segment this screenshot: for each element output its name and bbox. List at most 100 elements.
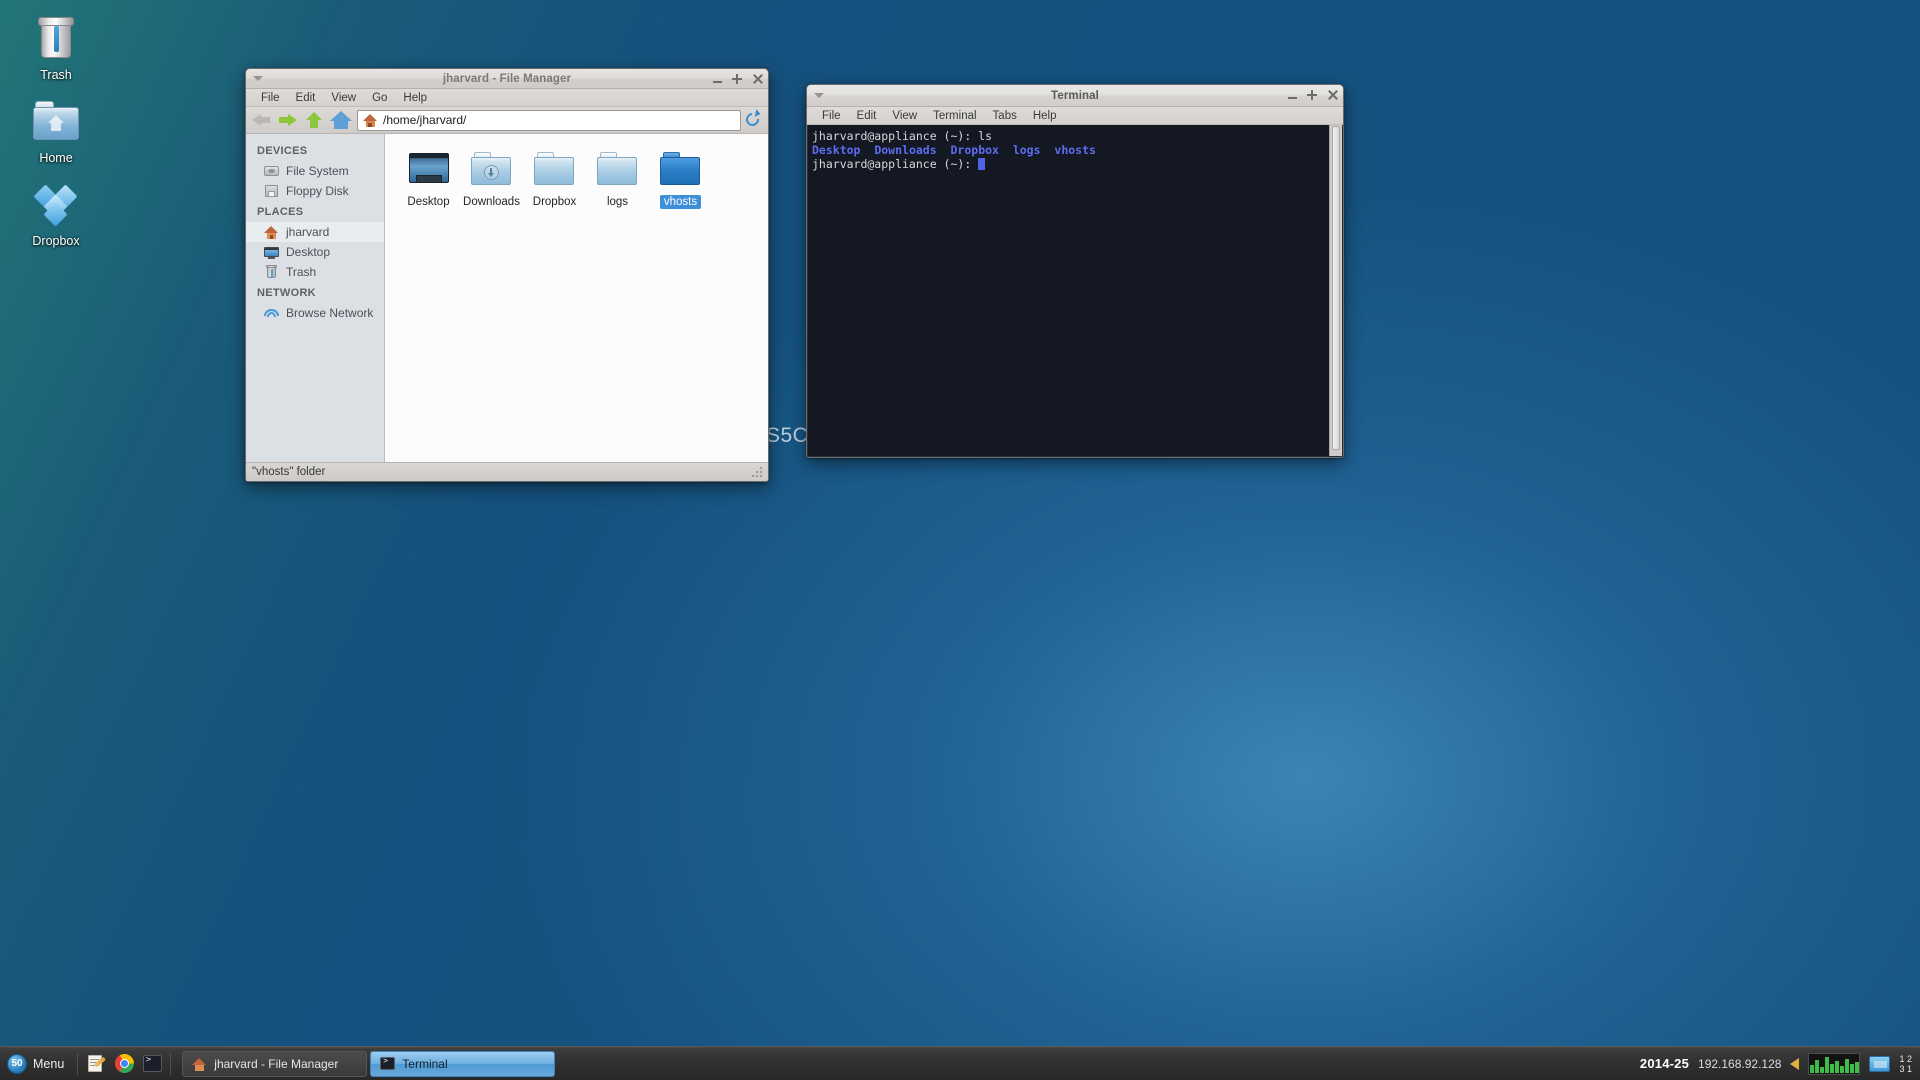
terminal-command: ls — [978, 129, 993, 143]
close-icon[interactable] — [752, 74, 763, 85]
folder-download-icon — [470, 151, 514, 189]
file-item-label: Desktop — [407, 196, 450, 208]
sidebar-heading-network: NETWORK — [257, 287, 316, 299]
sidebar-item-browse-network[interactable]: Browse Network — [246, 303, 384, 323]
terminal-dir: Desktop — [812, 143, 861, 157]
home-icon[interactable] — [329, 110, 353, 130]
net-up: 1 — [1899, 1053, 1905, 1064]
file-item-logs[interactable]: logs — [586, 148, 649, 213]
file-manager-sidebar: DEVICES File System Floppy Disk PLACES j… — [246, 134, 385, 462]
terminal-titlebar[interactable]: Terminal — [807, 85, 1343, 107]
maximize-icon[interactable] — [732, 74, 743, 85]
file-manager-body: DEVICES File System Floppy Disk PLACES j… — [246, 134, 768, 462]
menu-file[interactable]: File — [814, 109, 849, 123]
terminal-prompt: jharvard@appliance (~): — [812, 129, 979, 143]
sidebar-item-label: Browse Network — [286, 306, 374, 320]
menu-tabs[interactable]: Tabs — [985, 109, 1025, 123]
trash-icon — [264, 265, 279, 279]
terminal-window-buttons — [1287, 85, 1338, 106]
desktop-icon-list: Trash Home Dropbox — [0, 8, 112, 256]
menu-terminal[interactable]: Terminal — [925, 109, 984, 123]
text-editor-launcher[interactable] — [83, 1051, 109, 1077]
file-item-desktop[interactable]: Desktop — [397, 148, 460, 213]
resize-grip[interactable] — [752, 467, 762, 477]
terminal-prompt: jharvard@appliance (~): — [812, 157, 979, 171]
menu-help[interactable]: Help — [395, 91, 435, 105]
path-input[interactable]: /home/jharvard/ — [357, 109, 741, 131]
home-icon — [264, 225, 279, 239]
file-manager-window[interactable]: jharvard - File Manager File Edit View G… — [245, 68, 769, 482]
file-item-dropbox[interactable]: Dropbox — [523, 148, 586, 213]
menu-file[interactable]: File — [253, 91, 288, 105]
network-stats: 1 2 3 1 — [1899, 1054, 1912, 1074]
menu-edit[interactable]: Edit — [288, 91, 324, 105]
desktop-icon-label: Trash — [40, 68, 72, 82]
minimize-icon[interactable] — [712, 74, 723, 85]
menu-edit[interactable]: Edit — [849, 109, 885, 123]
terminal-scrollbar[interactable] — [1329, 125, 1342, 456]
desktop-icon-home[interactable]: Home — [0, 91, 112, 174]
file-list[interactable]: Desktop Downloads Dropbox logs vhosts — [385, 134, 768, 462]
terminal-line: Desktop Downloads Dropbox logs vhosts — [812, 143, 1338, 157]
terminal-icon — [142, 1055, 162, 1072]
network-icon[interactable] — [1869, 1055, 1891, 1072]
terminal-line: jharvard@appliance (~): ls — [812, 129, 1338, 143]
file-manager-titlebar[interactable]: jharvard - File Manager — [246, 69, 768, 89]
cpu-graph-icon[interactable] — [1808, 1052, 1861, 1075]
forward-arrow-icon[interactable] — [277, 110, 299, 130]
folder-icon — [596, 151, 640, 189]
file-item-downloads[interactable]: Downloads — [460, 148, 523, 213]
home-icon — [192, 1057, 207, 1071]
up-arrow-icon[interactable] — [303, 110, 325, 130]
left-arrow-icon[interactable] — [1790, 1057, 1800, 1070]
file-item-label: vhosts — [659, 195, 702, 209]
taskbar-window-file-manager[interactable]: jharvard - File Manager — [182, 1050, 368, 1077]
file-manager-window-buttons — [712, 69, 763, 90]
start-menu-button[interactable]: 50 Menu — [3, 1050, 73, 1078]
floppy-icon — [264, 184, 279, 198]
sidebar-item-desktop[interactable]: Desktop — [246, 242, 384, 262]
back-arrow-icon[interactable] — [251, 110, 273, 130]
system-tray: 2014-25 192.168.92.128 1 2 3 1 — [1640, 1052, 1920, 1075]
menu-view[interactable]: View — [323, 91, 364, 105]
trash-icon — [32, 14, 80, 62]
scrollbar-thumb[interactable] — [1332, 126, 1340, 451]
sidebar-item-file-system[interactable]: File System — [246, 161, 384, 181]
terminal-launcher[interactable] — [139, 1051, 165, 1077]
chrome-launcher[interactable] — [111, 1051, 137, 1077]
menu-go[interactable]: Go — [364, 91, 395, 105]
desktop-icon-dropbox[interactable]: Dropbox — [0, 174, 112, 257]
close-icon[interactable] — [1327, 90, 1338, 101]
path-home-icon — [363, 113, 377, 127]
file-item-vhosts[interactable]: vhosts — [649, 148, 712, 213]
minimize-icon[interactable] — [1287, 90, 1298, 101]
terminal-dir: Downloads — [874, 143, 937, 157]
reload-icon[interactable] — [743, 108, 762, 129]
sidebar-item-label: Floppy Disk — [286, 184, 349, 198]
taskbar-window-label: jharvard - File Manager — [214, 1056, 339, 1071]
terminal-window[interactable]: Terminal File Edit View Terminal Tabs He… — [806, 84, 1344, 458]
taskbar-window-label: Terminal — [402, 1056, 448, 1071]
desktop: Trash Home Dropbox S5C jharvard - File M… — [0, 0, 1920, 1080]
sidebar-item-trash[interactable]: Trash — [246, 262, 384, 282]
taskbar-window-terminal[interactable]: Terminal — [370, 1050, 556, 1077]
terminal-screen[interactable]: jharvard@appliance (~): ls Desktop Downl… — [807, 125, 1343, 457]
sidebar-item-jharvard[interactable]: jharvard — [246, 222, 384, 242]
drive-icon — [264, 164, 279, 178]
clock[interactable]: 2014-25 — [1640, 1056, 1689, 1071]
maximize-icon[interactable] — [1307, 90, 1318, 101]
folder-icon — [533, 151, 577, 189]
path-value: /home/jharvard/ — [383, 113, 467, 127]
desktop-icon-label: Dropbox — [32, 233, 80, 248]
desktop-icon-trash[interactable]: Trash — [0, 8, 112, 91]
ip-address: 192.168.92.128 — [1698, 1056, 1782, 1071]
monitor-icon — [407, 151, 451, 189]
terminal-menubar: File Edit View Terminal Tabs Help — [807, 107, 1343, 125]
window-menu-icon[interactable] — [253, 76, 263, 81]
window-menu-icon[interactable] — [814, 93, 824, 98]
net-down: 3 — [1899, 1063, 1905, 1074]
taskbar-separator — [170, 1052, 172, 1075]
sidebar-item-floppy-disk[interactable]: Floppy Disk — [246, 181, 384, 201]
menu-view[interactable]: View — [884, 109, 925, 123]
menu-help[interactable]: Help — [1025, 109, 1065, 123]
